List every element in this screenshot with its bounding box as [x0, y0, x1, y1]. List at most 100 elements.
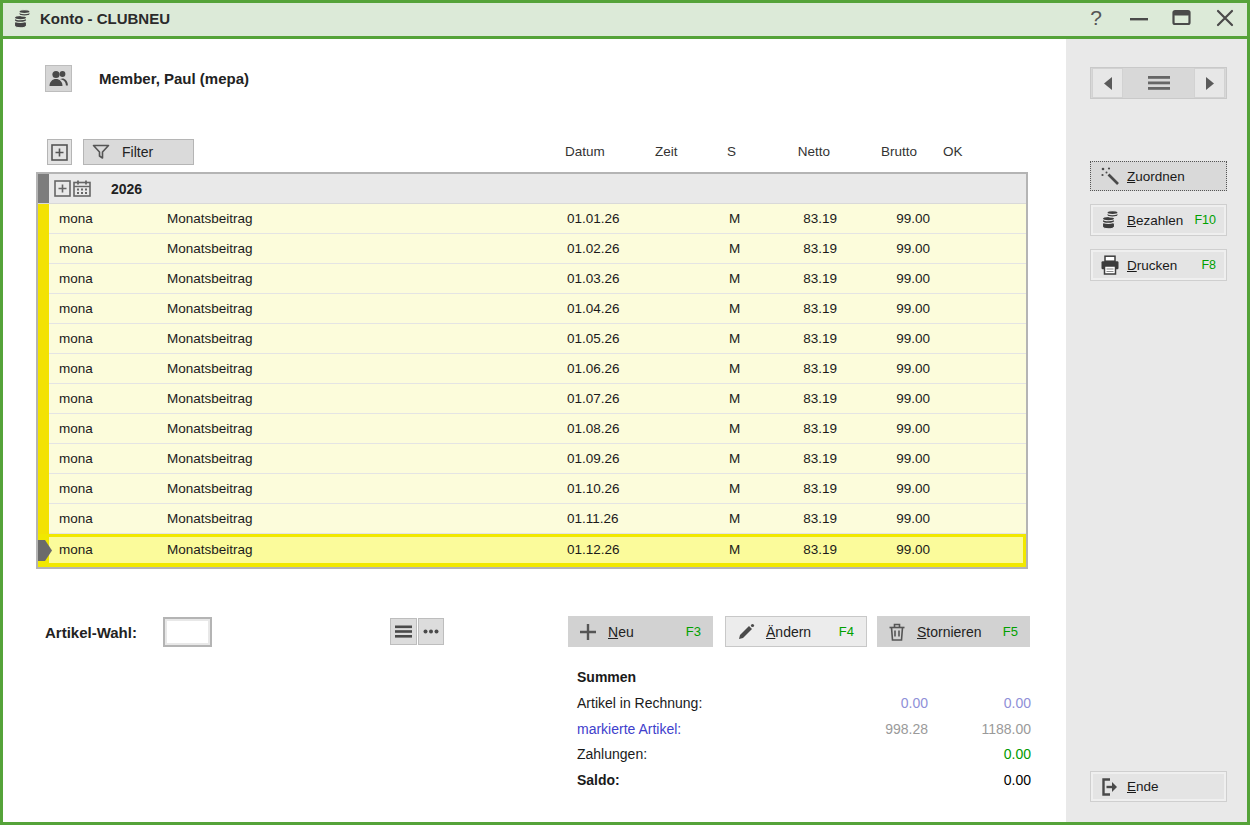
table-row[interactable]: mona Monatsbeitrag 01.06.26 M 83.19 99.0… [38, 354, 1026, 384]
stornieren-button[interactable]: Stornieren F5 [877, 616, 1030, 647]
cell-name: Monatsbeitrag [167, 271, 253, 286]
table-row[interactable]: mona Monatsbeitrag 01.02.26 M 83.19 99.0… [38, 234, 1026, 264]
table-row[interactable]: mona Monatsbeitrag 01.10.26 M 83.19 99.0… [38, 474, 1026, 504]
cell-brutto: 99.00 [860, 211, 930, 226]
aendern-button[interactable]: Ändern F4 [725, 616, 867, 647]
table-row[interactable]: mona Monatsbeitrag 01.11.26 M 83.19 99.0… [38, 504, 1026, 534]
cell-code: mona [59, 301, 93, 316]
column-header-zeit[interactable]: Zeit [655, 144, 678, 159]
group-row-2026[interactable]: 2026 [38, 174, 1026, 204]
artikel-list-button[interactable] [390, 618, 417, 645]
artikel-wahl-input[interactable] [163, 617, 212, 647]
ende-label: Ende [1127, 779, 1159, 794]
cell-s: M [729, 451, 740, 466]
column-header-ok[interactable]: OK [943, 144, 963, 159]
summen-title: Summen [577, 669, 636, 685]
coins-icon [1099, 209, 1121, 231]
cell-datum: 01.12.26 [567, 542, 620, 557]
maximize-button[interactable] [1172, 7, 1192, 29]
cell-netto: 83.19 [767, 481, 837, 496]
table-row[interactable]: mona Monatsbeitrag 01.08.26 M 83.19 99.0… [38, 414, 1026, 444]
table-row[interactable]: mona Monatsbeitrag 01.01.26 M 83.19 99.0… [38, 204, 1026, 234]
column-header-datum[interactable]: Datum [565, 144, 605, 159]
column-header-s[interactable]: S [727, 144, 736, 159]
cell-code: mona [59, 331, 93, 346]
table-row[interactable]: mona Monatsbeitrag 01.05.26 M 83.19 99.0… [38, 324, 1026, 354]
help-button[interactable]: ? [1086, 7, 1106, 29]
saldo-label: Saldo: [577, 772, 828, 788]
table-row[interactable]: mona Monatsbeitrag 01.12.26 M 83.19 99.0… [38, 534, 1026, 567]
cell-datum: 01.06.26 [567, 361, 620, 376]
drucken-fkey: F8 [1201, 258, 1216, 272]
cell-netto: 83.19 [767, 451, 837, 466]
cell-brutto: 99.00 [860, 301, 930, 316]
member-icon [45, 65, 72, 92]
close-button[interactable] [1215, 7, 1235, 29]
expand-group-icon[interactable] [54, 180, 71, 201]
cell-s: M [729, 421, 740, 436]
nav-menu-icon[interactable] [1148, 75, 1170, 91]
cell-brutto: 99.00 [860, 391, 930, 406]
artikel-more-button[interactable] [418, 618, 444, 645]
ende-button[interactable]: Ende [1090, 771, 1227, 802]
aendern-fkey: F4 [839, 624, 854, 639]
group-row-gutter [38, 174, 49, 203]
neu-label: Neu [608, 624, 634, 640]
cell-netto: 83.19 [767, 301, 837, 316]
cell-name: Monatsbeitrag [167, 451, 253, 466]
cell-name: Monatsbeitrag [167, 481, 253, 496]
cell-name: Monatsbeitrag [167, 391, 253, 406]
bezahlen-fkey: F10 [1194, 213, 1216, 227]
cell-netto: 83.19 [767, 542, 837, 557]
plus-icon [578, 623, 598, 641]
markierte-artikel-label[interactable]: markierte Artikel: [577, 721, 828, 737]
calendar-icon[interactable] [73, 180, 91, 201]
cell-name: Monatsbeitrag [167, 241, 253, 256]
cell-brutto: 99.00 [860, 481, 930, 496]
cell-code: mona [59, 481, 93, 496]
stornieren-fkey: F5 [1003, 624, 1018, 639]
zahlungen-value: 0.00 [928, 746, 1031, 762]
nav-previous-button[interactable] [1092, 68, 1123, 98]
column-header-brutto[interactable]: Brutto [847, 144, 917, 159]
row-gutter [38, 294, 49, 324]
cell-datum: 01.04.26 [567, 301, 620, 316]
bezahlen-button[interactable]: Bezahlen F10 [1090, 204, 1227, 236]
row-gutter [38, 384, 49, 414]
cell-s: M [729, 241, 740, 256]
cell-datum: 01.02.26 [567, 241, 620, 256]
cell-netto: 83.19 [767, 241, 837, 256]
nav-next-button[interactable] [1194, 68, 1225, 98]
minimize-button[interactable] [1129, 7, 1149, 29]
bezahlen-label: Bezahlen [1127, 213, 1183, 228]
drucken-button[interactable]: Drucken F8 [1090, 249, 1227, 281]
table-row[interactable]: mona Monatsbeitrag 01.03.26 M 83.19 99.0… [38, 264, 1026, 294]
cell-name: Monatsbeitrag [167, 211, 253, 226]
markierte-artikel-brutto: 1188.00 [928, 721, 1031, 737]
filter-button[interactable]: Filter [83, 139, 194, 165]
aendern-label: Ändern [766, 624, 811, 640]
cell-datum: 01.05.26 [567, 331, 620, 346]
column-header-netto[interactable]: Netto [760, 144, 830, 159]
cell-code: mona [59, 542, 93, 557]
title-bar: Konto - CLUBNEU ? [0, 0, 1250, 39]
cell-s: M [729, 301, 740, 316]
table-row[interactable]: mona Monatsbeitrag 01.09.26 M 83.19 99.0… [38, 444, 1026, 474]
cell-brutto: 99.00 [860, 421, 930, 436]
table-row[interactable]: mona Monatsbeitrag 01.07.26 M 83.19 99.0… [38, 384, 1026, 414]
expand-all-button[interactable] [47, 139, 72, 165]
cell-netto: 83.19 [767, 211, 837, 226]
account-table: 2026 mona Monatsbeitrag 01.01.26 M 83.19… [36, 172, 1028, 569]
record-navigator [1090, 67, 1227, 99]
cell-brutto: 99.00 [860, 331, 930, 346]
zuordnen-button[interactable]: Zuordnen [1090, 161, 1227, 191]
magic-wand-icon [1099, 166, 1121, 186]
row-gutter [38, 354, 49, 384]
table-row[interactable]: mona Monatsbeitrag 01.04.26 M 83.19 99.0… [38, 294, 1026, 324]
neu-button[interactable]: Neu F3 [568, 616, 713, 647]
cell-code: mona [59, 361, 93, 376]
cell-datum: 01.01.26 [567, 211, 620, 226]
cell-datum: 01.11.26 [567, 511, 619, 526]
right-sidebar: Zuordnen Bezahlen F10 Drucken F8 Ende [1066, 39, 1247, 822]
row-gutter [38, 444, 49, 474]
